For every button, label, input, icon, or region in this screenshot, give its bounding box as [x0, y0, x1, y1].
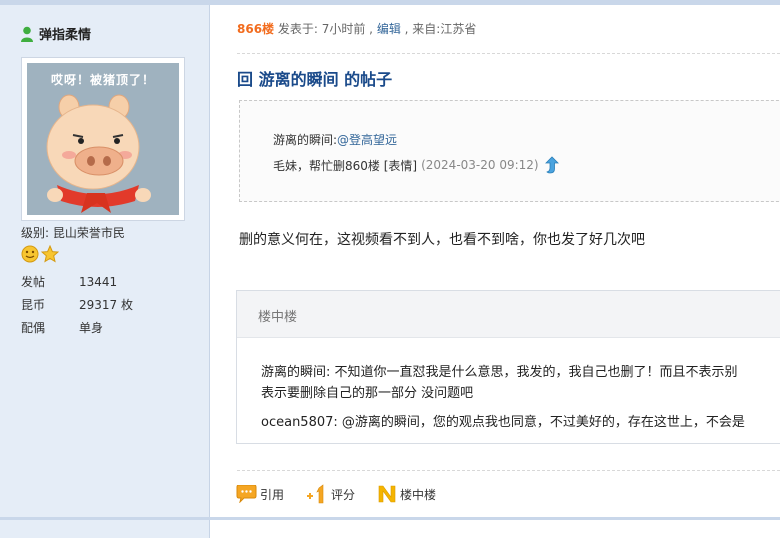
quote-author: 游离的瞬间: — [273, 133, 338, 147]
jump-to-post-icon[interactable] — [542, 155, 562, 175]
user-stats: 发帖 13441 昆币 29317 枚 配偶 单身 — [21, 270, 133, 339]
quote-button-label: 引用 — [260, 487, 285, 502]
actions-divider — [237, 470, 780, 471]
medal-row — [21, 245, 59, 263]
rate-button[interactable]: 评分 — [306, 484, 355, 504]
author-username[interactable]: 弹指柔情 — [39, 24, 91, 43]
post-body: 删的意义何在，这视频看不到人，也看不到啥，你也发了好几次吧 — [239, 232, 645, 248]
floor-in-floor-panel: 楼中楼 游离的瞬间: 不知道你一直怼我是什么意思，我发的，我自己也删了！而且不表… — [236, 290, 780, 444]
quote-box: 游离的瞬间:@登高望远 毛妹，帮忙删860楼 [表情] (2024-03-20 … — [239, 100, 780, 202]
quote-header: 游离的瞬间:@登高望远 — [273, 131, 397, 148]
author-name-row[interactable]: 弹指柔情 — [20, 24, 91, 43]
comment-line: ocean5807: @游离的瞬间，您的观点我也同意，不过美好的，存在这世上，不… — [261, 415, 745, 430]
plus-one-icon — [307, 484, 324, 504]
quote-text: 毛妹，帮忙删860楼 [表情] — [273, 158, 418, 173]
comment-line: 表示要删除自己的那一部分 没问题吧 — [261, 386, 474, 401]
floor-in-floor-button-label: 楼中楼 — [400, 487, 437, 502]
meta-divider — [237, 53, 780, 54]
speech-bubble-icon — [236, 485, 257, 503]
post-location: , 来自:江苏省 — [400, 22, 477, 36]
floor-in-floor-header — [237, 291, 780, 338]
stat-label: 发帖 — [21, 275, 46, 289]
star-medal-icon — [41, 245, 59, 263]
post-actions: 引用 评分 楼中楼 — [236, 484, 458, 504]
stat-value: 单身 — [79, 321, 104, 335]
pig-illustration — [46, 94, 151, 213]
smiley-medal-icon — [21, 245, 39, 263]
author-sidebar: 弹指柔情 哎呀！被猪顶了！ 级别: 昆山荣誉市民 发帖 13441 昆币 293… — [0, 5, 210, 517]
stat-posts: 发帖 13441 — [21, 270, 133, 293]
quote-button[interactable]: 引用 — [236, 485, 284, 503]
stat-spouse: 配偶 单身 — [21, 316, 133, 339]
avatar-image: 哎呀！被猪顶了！ — [27, 63, 179, 215]
edit-link[interactable]: 编辑 — [377, 22, 401, 36]
stat-label: 配偶 — [21, 321, 46, 335]
rate-button-label: 评分 — [331, 487, 356, 502]
floor-in-floor-title: 楼中楼 — [258, 310, 298, 325]
next-post-sidebar — [0, 520, 210, 538]
next-post-stub — [0, 520, 780, 538]
stat-value: 13441 — [79, 274, 118, 289]
floor-in-floor-icon — [378, 485, 396, 503]
posted-time: 发表于: 7小时前 , — [274, 22, 377, 36]
user-level: 级别: 昆山荣誉市民 — [21, 226, 125, 240]
stat-coins: 昆币 29317 枚 — [21, 293, 133, 316]
floor-number[interactable]: 866楼 — [237, 22, 274, 36]
stat-value: 29317 枚 — [79, 298, 133, 312]
quote-mention-link[interactable]: @登高望远 — [337, 133, 397, 147]
comment-line: 游离的瞬间: 不知道你一直怼我是什么意思，我发的，我自己也删了！而且不表示别 — [261, 365, 738, 380]
floor-in-floor-button[interactable]: 楼中楼 — [377, 484, 436, 504]
stat-label: 昆币 — [21, 298, 46, 312]
post-meta: 866楼 发表于: 7小时前 , 编辑 , 来自:江苏省 — [237, 20, 476, 37]
post-title: 回 游离的瞬间 的帖子 — [237, 70, 393, 89]
quote-date: (2024-03-20 09:12) — [421, 158, 539, 172]
quote-body: 毛妹，帮忙删860楼 [表情] (2024-03-20 09:12) — [273, 155, 562, 175]
avatar[interactable]: 哎呀！被猪顶了！ — [21, 57, 185, 221]
user-icon — [21, 26, 33, 42]
